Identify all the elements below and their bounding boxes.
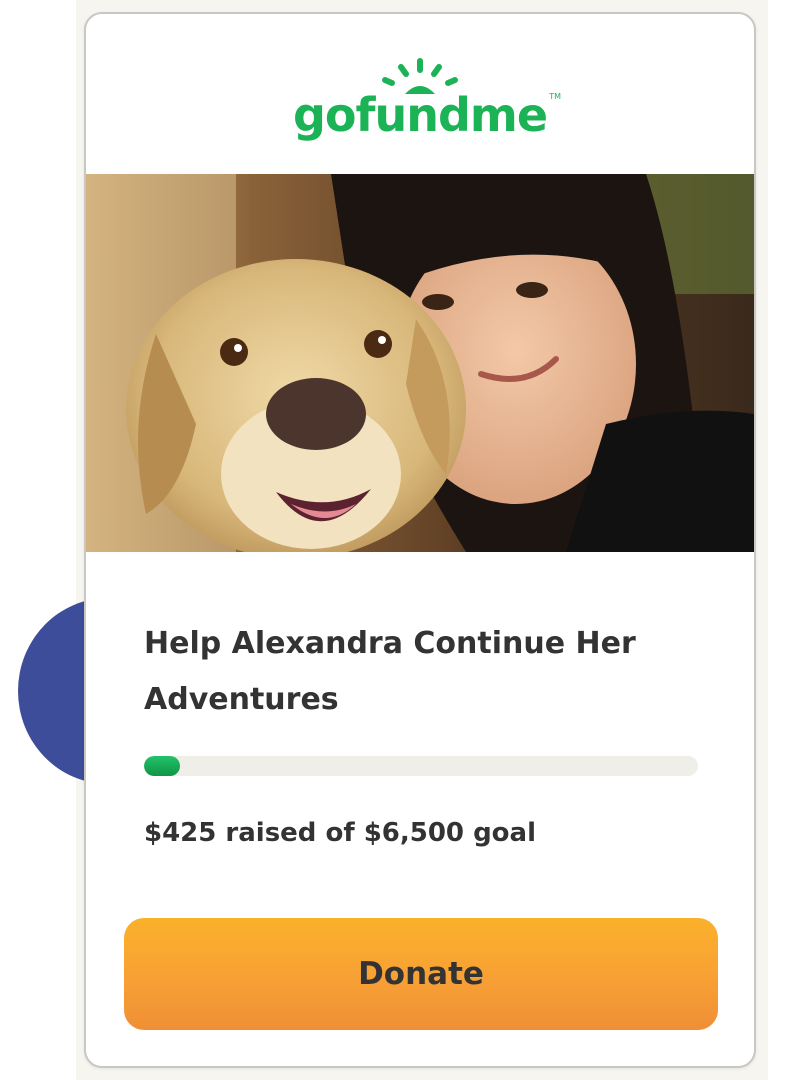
progress-bar — [144, 756, 698, 776]
campaign-photo-image — [86, 174, 754, 552]
trademark-mark: TM — [549, 92, 562, 101]
logo-header: gofundme TM — [86, 14, 754, 174]
donate-button[interactable]: Donate — [124, 918, 718, 1030]
page: gofundme TM Help Alexandra Continue Her … — [0, 0, 800, 1080]
logo-wordmark: gofundme — [292, 88, 548, 142]
campaign-photo[interactable] — [86, 174, 754, 552]
campaign-title[interactable]: Help Alexandra Continue Her Adventures — [144, 616, 704, 728]
gofundme-logo[interactable]: gofundme TM — [292, 56, 561, 142]
progress-bar-fill — [144, 756, 180, 776]
fundraiser-card: gofundme TM Help Alexandra Continue Her … — [84, 12, 756, 1068]
raised-summary: $425 raised of $6,500 goal — [144, 818, 537, 848]
